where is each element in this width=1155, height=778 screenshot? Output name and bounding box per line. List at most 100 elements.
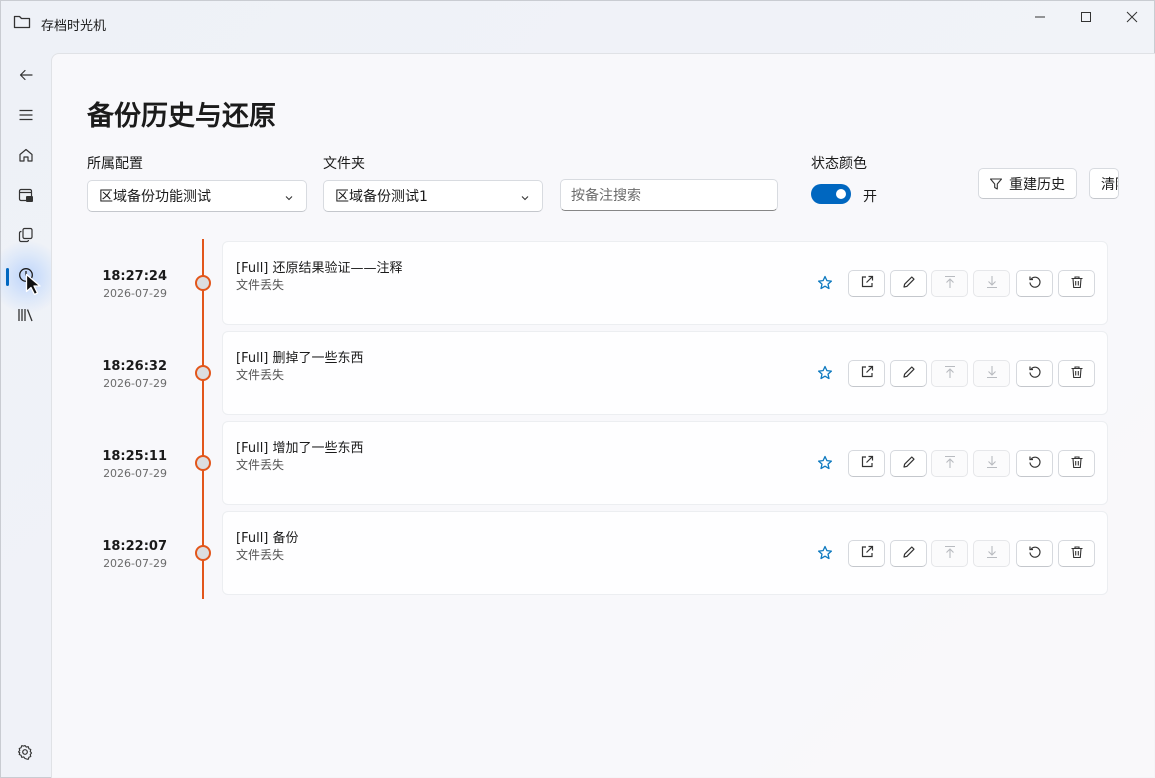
nav-home[interactable]	[7, 140, 45, 174]
open-icon	[860, 454, 874, 473]
timeline-dot	[195, 365, 211, 381]
restore-icon	[1028, 454, 1042, 473]
open-button[interactable]	[848, 450, 885, 477]
edit-icon	[902, 364, 916, 383]
star-icon[interactable]	[817, 455, 833, 475]
edit-icon	[902, 454, 916, 473]
move-up-button[interactable]	[931, 360, 968, 387]
edit-icon	[902, 544, 916, 563]
delete-icon	[1070, 274, 1084, 293]
nav-backup[interactable]	[7, 180, 45, 214]
close-icon	[1126, 8, 1138, 27]
delete-button[interactable]	[1058, 450, 1095, 477]
menu-button[interactable]	[7, 100, 45, 134]
config-label: 所属配置	[87, 156, 143, 172]
maximize-button[interactable]	[1063, 1, 1109, 33]
edit-button[interactable]	[890, 540, 927, 567]
timeline-dot	[195, 275, 211, 291]
app-window: 存档时光机 备份历史与还原 所属配置 区域备份功能测试 文件夹 区域备份测试1 …	[0, 0, 1155, 778]
history-date: 2026-07-29	[103, 377, 167, 390]
restore-icon	[1028, 544, 1042, 563]
history-date: 2026-07-29	[103, 467, 167, 480]
history-title: [Full] 删掉了一些东西	[236, 351, 364, 366]
filter-icon	[989, 177, 1003, 191]
move-up-button[interactable]	[931, 270, 968, 297]
content-panel: 备份历史与还原 所属配置 区域备份功能测试 文件夹 区域备份测试1 按备注搜索 …	[51, 53, 1155, 778]
delete-button[interactable]	[1058, 540, 1095, 567]
edit-button[interactable]	[890, 450, 927, 477]
search-placeholder: 按备注搜索	[571, 188, 641, 204]
settings-icon[interactable]	[17, 744, 33, 764]
menu-icon	[18, 107, 34, 127]
history-card[interactable]: [Full] 增加了一些东西 文件丢失	[222, 421, 1108, 505]
move-down-button[interactable]	[973, 360, 1010, 387]
move-up-icon	[943, 364, 957, 383]
move-down-button[interactable]	[973, 270, 1010, 297]
restore-button[interactable]	[1016, 450, 1053, 477]
folder-icon	[13, 14, 31, 30]
history-time: 18:22:07	[102, 539, 167, 554]
title-bar: 存档时光机	[1, 1, 1154, 49]
status-color-state: 开	[863, 189, 877, 205]
folder-value: 区域备份测试1	[335, 189, 428, 205]
search-input[interactable]: 按备注搜索	[560, 179, 778, 211]
back-button[interactable]	[7, 60, 45, 94]
restore-icon	[1028, 274, 1042, 293]
history-title: [Full] 备份	[236, 531, 299, 546]
clear-label: 清除	[1101, 176, 1118, 193]
star-icon[interactable]	[817, 545, 833, 565]
history-status: 文件丢失	[236, 548, 285, 562]
star-icon[interactable]	[817, 365, 833, 385]
nav-library[interactable]	[7, 300, 45, 334]
open-button[interactable]	[848, 540, 885, 567]
restore-button[interactable]	[1016, 540, 1053, 567]
rebuild-history-label: 重建历史	[1009, 176, 1065, 193]
clear-button[interactable]: 清除	[1089, 168, 1119, 199]
history-status: 文件丢失	[236, 278, 285, 292]
star-icon[interactable]	[817, 275, 833, 295]
restore-button[interactable]	[1016, 270, 1053, 297]
home-icon	[18, 147, 34, 167]
open-button[interactable]	[848, 270, 885, 297]
folder-label: 文件夹	[323, 156, 365, 172]
delete-icon	[1070, 454, 1084, 473]
move-down-button[interactable]	[973, 450, 1010, 477]
history-title: [Full] 还原结果验证——注释	[236, 261, 403, 276]
open-button[interactable]	[848, 360, 885, 387]
restore-button[interactable]	[1016, 360, 1053, 387]
move-up-icon	[943, 544, 957, 563]
history-card[interactable]: [Full] 还原结果验证——注释 文件丢失	[222, 241, 1108, 325]
maximize-icon	[1080, 8, 1092, 27]
minimize-button[interactable]	[1017, 1, 1063, 33]
history-time: 18:26:32	[102, 359, 167, 374]
move-up-icon	[943, 274, 957, 293]
config-value: 区域备份功能测试	[99, 189, 211, 205]
close-button[interactable]	[1109, 1, 1155, 33]
history-card[interactable]: [Full] 备份 文件丢失	[222, 511, 1108, 595]
delete-button[interactable]	[1058, 360, 1095, 387]
status-color-toggle[interactable]	[811, 184, 851, 204]
delete-button[interactable]	[1058, 270, 1095, 297]
delete-icon	[1070, 364, 1084, 383]
history-time: 18:27:24	[102, 269, 167, 284]
move-down-button[interactable]	[973, 540, 1010, 567]
restore-icon	[1028, 364, 1042, 383]
edit-button[interactable]	[890, 270, 927, 297]
config-combobox[interactable]: 区域备份功能测试	[87, 180, 307, 212]
move-up-button[interactable]	[931, 540, 968, 567]
move-up-button[interactable]	[931, 450, 968, 477]
rebuild-history-button[interactable]: 重建历史	[978, 168, 1077, 199]
edit-button[interactable]	[890, 360, 927, 387]
timeline-dot	[195, 545, 211, 561]
minimize-icon	[1034, 8, 1046, 27]
folder-combobox[interactable]: 区域备份测试1	[323, 180, 543, 212]
history-status: 文件丢失	[236, 458, 285, 472]
history-date: 2026-07-29	[103, 287, 167, 300]
history-date: 2026-07-29	[103, 557, 167, 570]
history-status: 文件丢失	[236, 368, 285, 382]
history-card[interactable]: [Full] 删掉了一些东西 文件丢失	[222, 331, 1108, 415]
page-title: 备份历史与还原	[87, 101, 276, 132]
app-title: 存档时光机	[41, 19, 107, 34]
move-down-icon	[985, 454, 999, 473]
delete-icon	[1070, 544, 1084, 563]
